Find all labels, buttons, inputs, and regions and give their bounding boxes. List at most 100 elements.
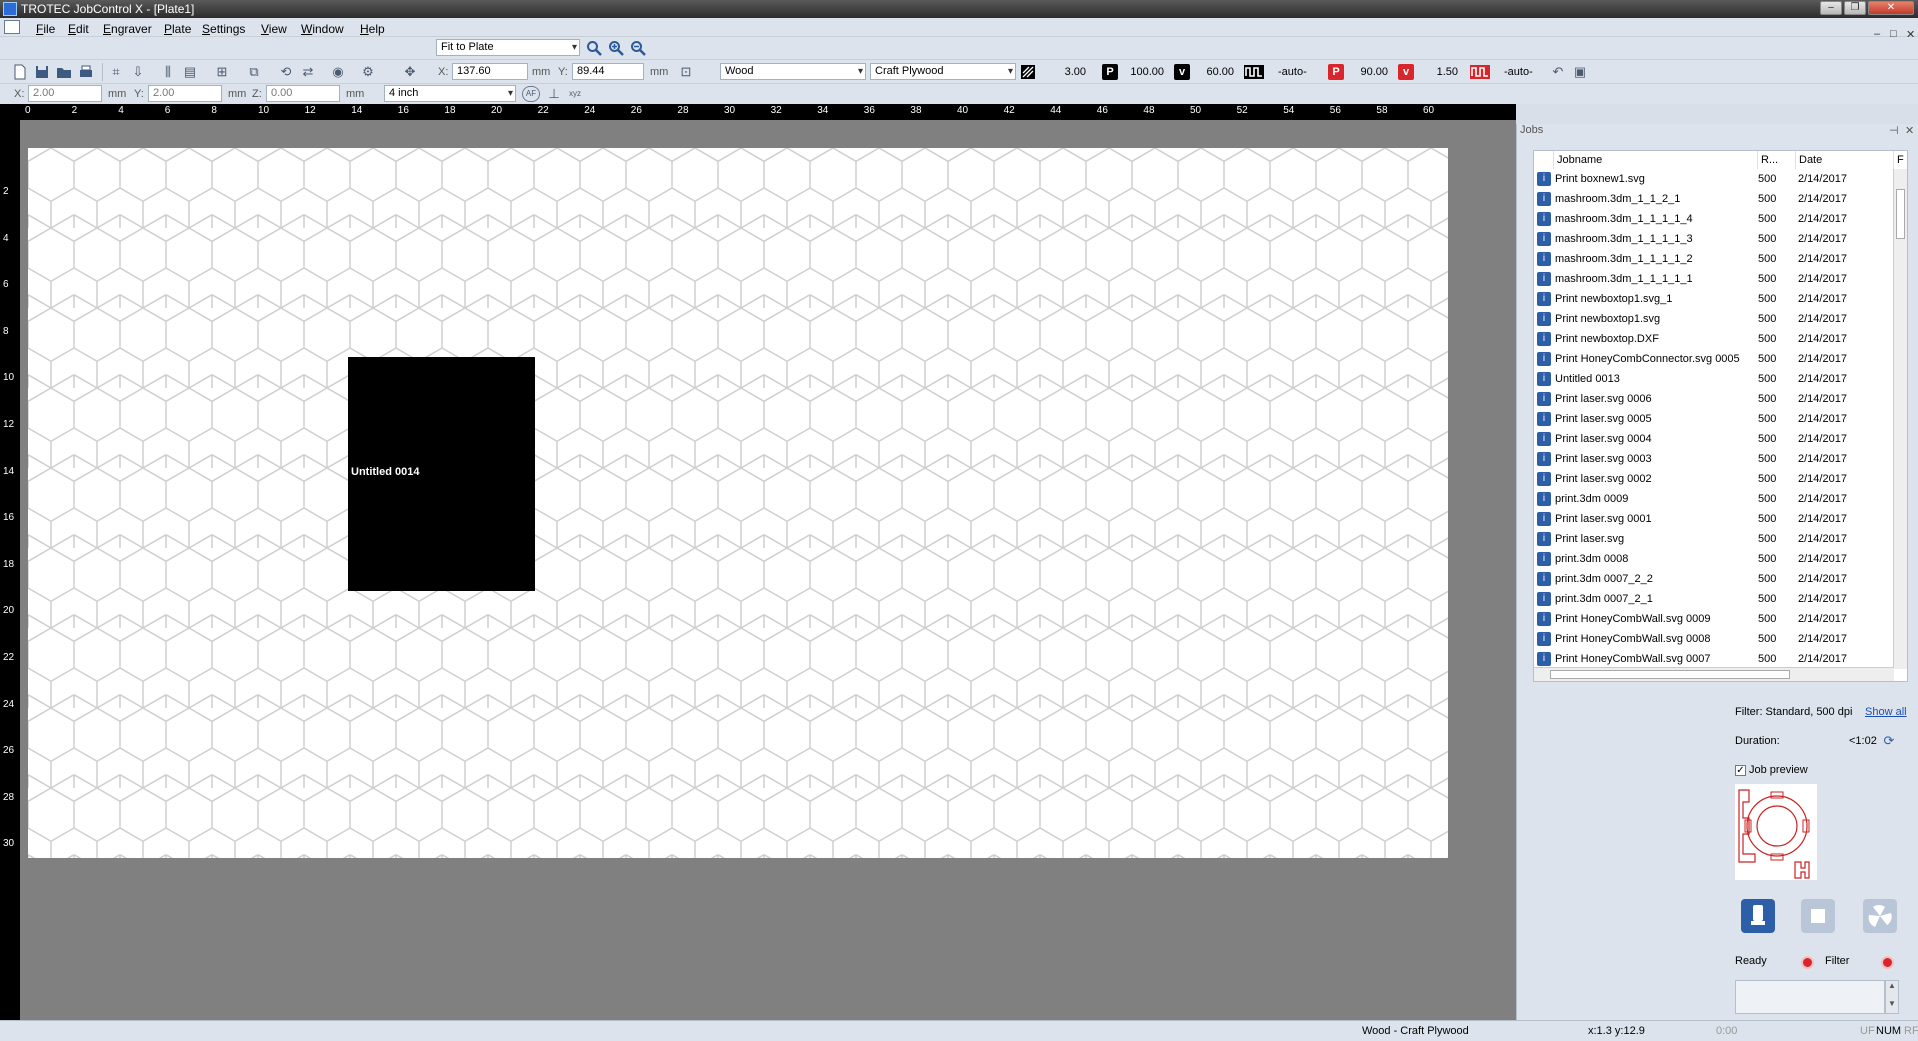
job-row[interactable]: i print.3dm 0007_2_2 500 2/14/2017	[1534, 569, 1894, 589]
gear-icon[interactable]: ⚙	[360, 64, 376, 80]
job-row[interactable]: i mashroom.3dm_1_1_1_1_1 500 2/14/2017	[1534, 269, 1894, 289]
job-row[interactable]: i mashroom.3dm_1_1_1_1_3 500 2/14/2017	[1534, 229, 1894, 249]
engrave-power-value[interactable]: 100.00	[1120, 66, 1164, 78]
restore-button[interactable]: ❐	[1844, 1, 1866, 15]
material-group-select[interactable]: Wood	[720, 63, 866, 80]
job-row[interactable]: i print.3dm 0007_2_1 500 2/14/2017	[1534, 589, 1894, 609]
close-panel-icon[interactable]: ✕	[1905, 124, 1914, 137]
position-y-input[interactable]: 89.44	[572, 63, 644, 80]
job-list[interactable]: Jobname R... Date F i Print boxnew1.svg 50…	[1533, 150, 1908, 682]
job-row[interactable]: i Print HoneyCombWall.svg 0008 500 2/14/201…	[1534, 629, 1894, 649]
job-row[interactable]: i Print newboxtop1.svg 500 2/14/2017	[1534, 309, 1894, 329]
column-extra[interactable]: F	[1894, 151, 1907, 169]
job-row[interactable]: i Print laser.svg 0005 500 2/14/2017	[1534, 409, 1894, 429]
job-row[interactable]: i mashroom.3dm_1_1_1_1_2 500 2/14/2017	[1534, 249, 1894, 269]
focus-axis-icon[interactable]: ⊥	[546, 86, 562, 102]
cut-speed-value[interactable]: 1.50	[1416, 66, 1458, 78]
visibility-icon[interactable]: ◉	[330, 64, 346, 80]
autofocus-icon[interactable]: AF	[522, 86, 540, 102]
open-folder-icon[interactable]	[56, 64, 72, 80]
job-row[interactable]: i Print laser.svg 0001 500 2/14/2017	[1534, 509, 1894, 529]
zoom-out-icon[interactable]	[630, 40, 646, 56]
lens-select[interactable]: 4 inch	[384, 85, 516, 102]
job-row[interactable]: i mashroom.3dm_1_1_1_1_4 500 2/14/2017	[1534, 209, 1894, 229]
job-row[interactable]: i print.3dm 0008 500 2/14/2017	[1534, 549, 1894, 569]
job-row[interactable]: i Print HoneyCombWall.svg 0007 500 2/14/201…	[1534, 649, 1894, 669]
rotate-icon[interactable]: ⟲	[278, 64, 294, 80]
zoom-fit-icon[interactable]	[586, 40, 602, 56]
job-row[interactable]: i Print laser.svg 0003 500 2/14/2017	[1534, 449, 1894, 469]
engrave-speed-value[interactable]: 60.00	[1192, 66, 1234, 78]
menu-view[interactable]: View	[261, 22, 287, 36]
menu-settings[interactable]: Settings	[202, 22, 245, 36]
cut-ppi-value[interactable]: -auto-	[1504, 66, 1533, 78]
reference-point-icon[interactable]: ⊡	[678, 64, 694, 80]
refresh-duration-icon[interactable]: ⟳	[1881, 733, 1897, 749]
group-icon[interactable]: ⧉	[246, 64, 262, 80]
engrave-ppi-value[interactable]: -auto-	[1278, 66, 1307, 78]
undo-icon[interactable]: ↶	[1550, 64, 1566, 80]
origin-y-input[interactable]: 2.00	[148, 85, 222, 102]
show-all-link[interactable]: Show all	[1865, 706, 1907, 718]
zoom-in-icon[interactable]	[608, 40, 624, 56]
job-name: Print laser.svg 0002	[1555, 473, 1652, 485]
job-preview-checkbox[interactable]: ✓	[1735, 765, 1746, 776]
job-object[interactable]: Untitled 0014	[348, 357, 535, 591]
origin-z-input[interactable]: 0.00	[266, 85, 340, 102]
menu-edit[interactable]: Edit	[68, 22, 89, 36]
material-name-select[interactable]: Craft Plywood	[870, 63, 1016, 80]
thickness-value[interactable]: 3.00	[1040, 66, 1086, 78]
import-icon[interactable]: ⇩	[130, 64, 146, 80]
menu-file[interactable]: File	[36, 22, 55, 36]
job-row[interactable]: i Untitled 0013 500 2/14/2017	[1534, 369, 1894, 389]
origin-x-input[interactable]: 2.00	[28, 85, 102, 102]
job-row[interactable]: i mashroom.3dm_1_1_2_1 500 2/14/2017	[1534, 189, 1894, 209]
xyz-icon[interactable]: xyz	[566, 86, 584, 102]
job-list-vertical-scrollbar[interactable]	[1893, 169, 1907, 669]
ruler-tick-label: 44	[1050, 105, 1062, 116]
column-date[interactable]: Date	[1796, 151, 1894, 169]
column-resolution[interactable]: R...	[1758, 151, 1796, 169]
job-row[interactable]: i Print newboxtop.DXF 500 2/14/2017	[1534, 329, 1894, 349]
job-row[interactable]: i Print HoneyCombWall.svg 0009 500 2/14/201…	[1534, 609, 1894, 629]
pin-icon[interactable]: ⊣	[1889, 124, 1899, 137]
document-menu-icon[interactable]	[4, 20, 20, 34]
exhaust-fan-button[interactable]	[1863, 899, 1897, 933]
job-date: 2/14/2017	[1798, 593, 1847, 605]
job-row[interactable]: i print.3dm 0009 500 2/14/2017	[1534, 489, 1894, 509]
menu-window[interactable]: Window	[301, 22, 344, 36]
menu-engraver[interactable]: Engraver	[103, 22, 152, 36]
arrange-icon[interactable]: ⊞	[214, 64, 230, 80]
minimize-button[interactable]: –	[1820, 1, 1842, 15]
new-file-icon[interactable]	[12, 64, 28, 80]
cut-power-value[interactable]: 90.00	[1346, 66, 1388, 78]
grid-snap-icon[interactable]: ⌗	[108, 64, 124, 80]
vertical-scroll-thumb[interactable]	[1896, 189, 1905, 239]
save-icon[interactable]	[34, 64, 50, 80]
print-icon[interactable]	[78, 64, 94, 80]
job-row[interactable]: i Print laser.svg 500 2/14/2017	[1534, 529, 1894, 549]
job-row[interactable]: i Print boxnew1.svg 500 2/14/2017	[1534, 169, 1894, 189]
align-icon[interactable]: ⫼	[160, 64, 176, 80]
stop-button[interactable]	[1801, 899, 1835, 933]
zoom-select[interactable]: Fit to Plate	[436, 39, 580, 56]
engraving-plate[interactable]	[28, 148, 1448, 858]
menu-plate[interactable]: Plate	[164, 22, 191, 36]
job-list-horizontal-scrollbar[interactable]	[1534, 667, 1894, 681]
message-box-scrollbar[interactable]: ▲ ▼	[1885, 980, 1899, 1014]
job-settings-icon[interactable]: ▤	[182, 64, 198, 80]
job-row[interactable]: i Print HoneyCombConnector.svg 0005 500 2/1…	[1534, 349, 1894, 369]
close-window-button[interactable]: ✕	[1868, 1, 1914, 15]
connect-button[interactable]	[1741, 899, 1775, 933]
save-material-icon[interactable]: ▣	[1572, 64, 1588, 80]
job-row[interactable]: i Print newboxtop1.svg_1 500 2/14/2017	[1534, 289, 1894, 309]
column-jobname[interactable]: Jobname	[1554, 151, 1758, 169]
job-row[interactable]: i Print laser.svg 0006 500 2/14/2017	[1534, 389, 1894, 409]
move-icon[interactable]: ✥	[402, 64, 418, 80]
menu-help[interactable]: Help	[360, 22, 385, 36]
job-row[interactable]: i Print laser.svg 0002 500 2/14/2017	[1534, 469, 1894, 489]
position-x-input[interactable]: 137.60	[452, 63, 528, 80]
job-row[interactable]: i Print laser.svg 0004 500 2/14/2017	[1534, 429, 1894, 449]
horizontal-scroll-thumb[interactable]	[1550, 670, 1790, 679]
mirror-icon[interactable]: ⇄	[300, 64, 316, 80]
